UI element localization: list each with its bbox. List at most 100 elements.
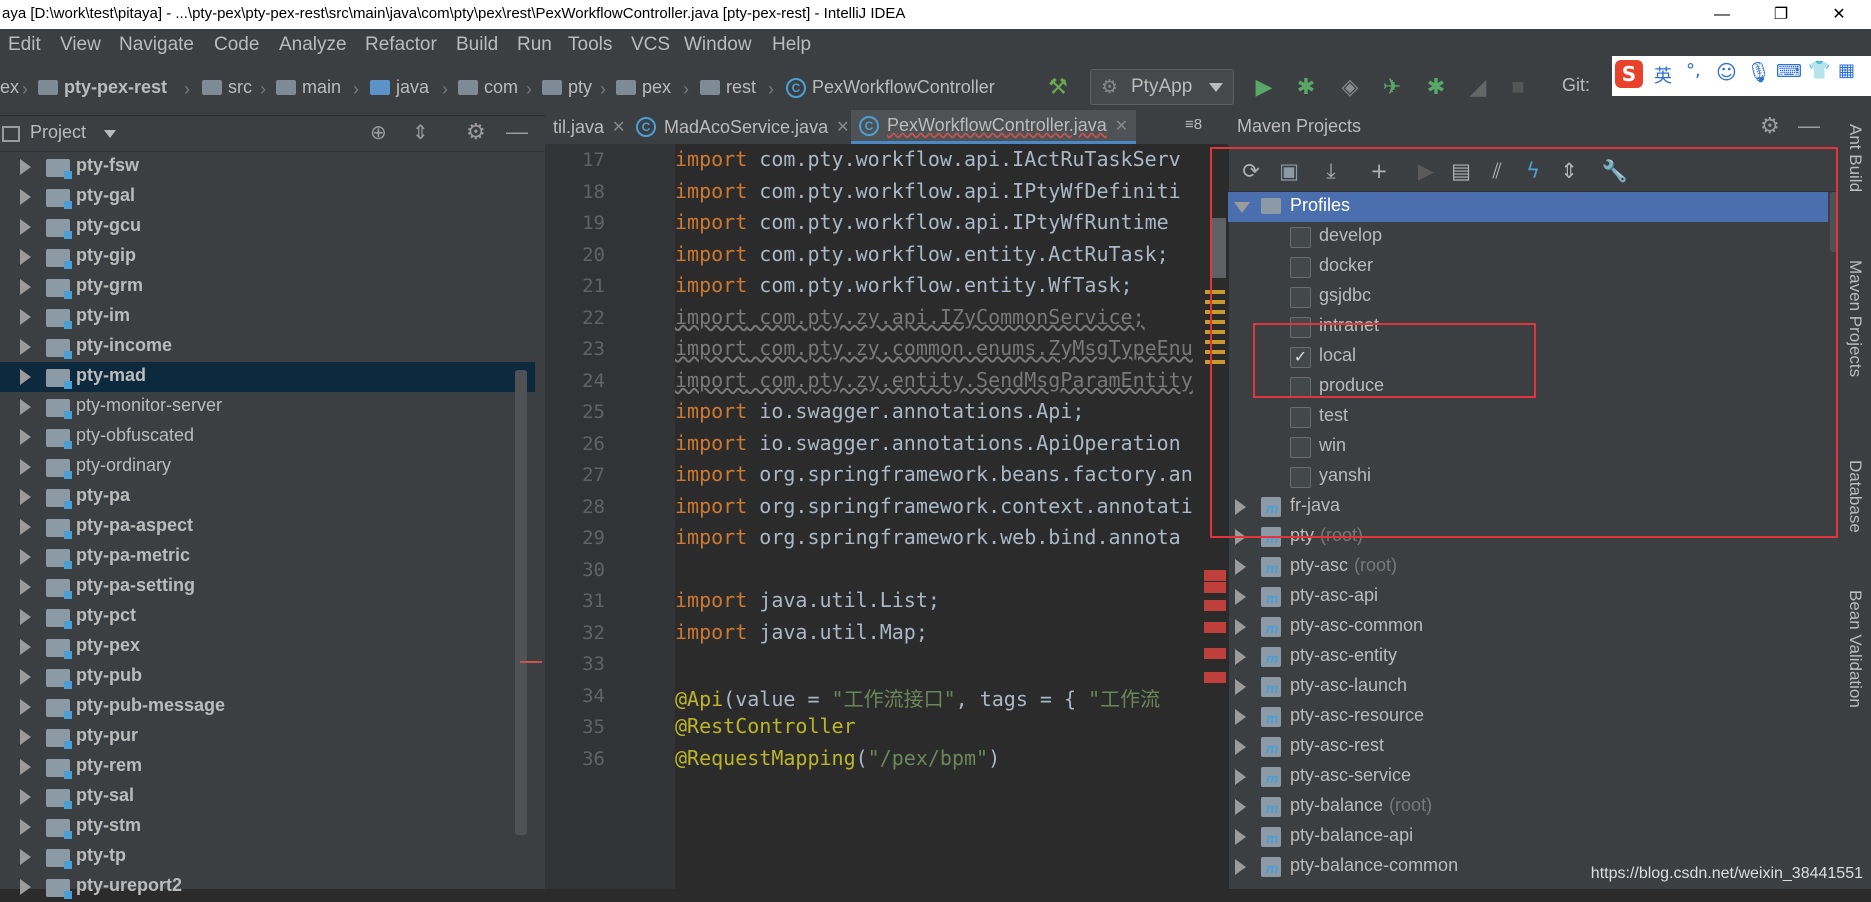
- locate-crosshair-icon[interactable]: ⊕: [370, 120, 387, 145]
- chevron-right-icon[interactable]: [20, 339, 31, 355]
- project-tree-item[interactable]: pty-income: [0, 332, 535, 362]
- menu-help[interactable]: Help: [772, 34, 811, 56]
- project-tree-item[interactable]: pty-pub-message: [0, 692, 535, 722]
- chevron-right-icon[interactable]: [20, 279, 31, 295]
- project-tree-item[interactable]: pty-grm: [0, 272, 535, 302]
- run-configuration-select[interactable]: ⚙ PtyApp: [1090, 69, 1234, 105]
- project-tree-item[interactable]: pty-tp: [0, 842, 535, 872]
- breadcrumb-item[interactable]: main: [276, 77, 341, 98]
- project-tree-item[interactable]: pty-pa: [0, 482, 535, 512]
- project-tree-item[interactable]: pty-stm: [0, 812, 535, 842]
- chevron-right-icon[interactable]: [1235, 709, 1246, 725]
- close-icon[interactable]: ✕: [612, 117, 625, 137]
- code-line[interactable]: import org.springframework.context.annot…: [675, 494, 1193, 518]
- gear-icon[interactable]: ⚙: [1760, 113, 1780, 139]
- chevron-right-icon[interactable]: [20, 159, 31, 175]
- database-tab[interactable]: Database: [1845, 460, 1865, 533]
- project-tree-item[interactable]: pty-fsw: [0, 152, 535, 182]
- maven-project-item[interactable]: pty-asc-common: [1228, 612, 1828, 642]
- maven-project-item[interactable]: pty-asc(root): [1228, 552, 1828, 582]
- breadcrumb-item[interactable]: pex: [616, 77, 671, 98]
- chevron-right-icon[interactable]: [1235, 799, 1246, 815]
- project-tree-item[interactable]: pty-ureport2: [0, 872, 535, 902]
- close-icon[interactable]: ✕: [836, 117, 849, 137]
- project-tree-item[interactable]: pty-pex: [0, 632, 535, 662]
- chevron-right-icon[interactable]: [20, 819, 31, 835]
- chevron-right-icon[interactable]: [1235, 739, 1246, 755]
- chevron-right-icon[interactable]: [1235, 769, 1246, 785]
- chevron-right-icon[interactable]: [20, 309, 31, 325]
- chevron-right-icon[interactable]: [1235, 829, 1246, 845]
- minimize-button[interactable]: —: [1694, 0, 1750, 29]
- maven-project-item[interactable]: pty-asc-rest: [1228, 732, 1828, 762]
- collapse-all-icon[interactable]: ⇕: [412, 120, 429, 145]
- tab-overflow-button[interactable]: ≡8: [1185, 116, 1202, 133]
- breadcrumb-item[interactable]: C PexWorkflowController: [786, 77, 995, 98]
- chevron-right-icon[interactable]: [1235, 619, 1246, 635]
- jrebel-debug-icon[interactable]: ✱: [1422, 73, 1450, 101]
- project-tree-item[interactable]: pty-pur: [0, 722, 535, 752]
- hide-panel-icon[interactable]: —: [506, 119, 528, 145]
- menu-edit[interactable]: Edit: [8, 34, 41, 56]
- code-line[interactable]: import com.pty.zy.entity.SendMsgParamEnt…: [675, 368, 1193, 392]
- project-tree-item[interactable]: pty-monitor-server: [0, 392, 535, 422]
- chevron-right-icon[interactable]: [20, 459, 31, 475]
- maven-project-item[interactable]: pty-balance-api: [1228, 822, 1828, 852]
- breadcrumb-item[interactable]: pty-pex-rest: [38, 77, 167, 98]
- maven-project-item[interactable]: pty-asc-service: [1228, 762, 1828, 792]
- chevron-right-icon[interactable]: [20, 789, 31, 805]
- project-tree-item[interactable]: pty-pct: [0, 602, 535, 632]
- tab-pexworkflowcontroller[interactable]: C PexWorkflowController.java ✕: [851, 110, 1137, 144]
- project-tree-item[interactable]: pty-sal: [0, 782, 535, 812]
- project-tree-item[interactable]: pty-gal: [0, 182, 535, 212]
- chevron-right-icon[interactable]: [20, 219, 31, 235]
- chevron-right-icon[interactable]: [20, 879, 31, 895]
- code-line[interactable]: import java.util.List;: [675, 588, 940, 612]
- code-line[interactable]: import com.pty.zy.api.IZyCommonService;: [675, 305, 1145, 329]
- ime-tools-grid-icon[interactable]: ▦: [1838, 60, 1855, 81]
- attach-icon[interactable]: ◢: [1464, 73, 1492, 101]
- debug-bug-icon[interactable]: ✱: [1292, 73, 1320, 101]
- run-icon[interactable]: ▶: [1250, 73, 1278, 101]
- chevron-right-icon[interactable]: [20, 849, 31, 865]
- project-tree-item[interactable]: pty-pub: [0, 662, 535, 692]
- maven-project-item[interactable]: pty-asc-launch: [1228, 672, 1828, 702]
- breadcrumb-item[interactable]: rest: [700, 77, 756, 98]
- code-line[interactable]: import java.util.Map;: [675, 620, 928, 644]
- chevron-right-icon[interactable]: [20, 549, 31, 565]
- chevron-right-icon[interactable]: [20, 369, 31, 385]
- menu-navigate[interactable]: Navigate: [119, 34, 194, 56]
- close-icon[interactable]: ✕: [1115, 116, 1128, 136]
- ime-punct-icon[interactable]: °,: [1686, 60, 1701, 81]
- chevron-right-icon[interactable]: [1235, 859, 1246, 875]
- project-tree-item[interactable]: pty-mad: [0, 362, 535, 392]
- menu-window[interactable]: Window: [684, 34, 752, 56]
- code-line[interactable]: @RestController: [675, 714, 856, 738]
- ime-emoji-icon[interactable]: ☺: [1716, 60, 1737, 84]
- chevron-right-icon[interactable]: [20, 669, 31, 685]
- code-line[interactable]: import com.pty.workflow.api.IActRuTaskSe…: [675, 147, 1181, 171]
- project-panel-title[interactable]: Project: [30, 122, 86, 143]
- breadcrumb-item[interactable]: java: [370, 77, 429, 98]
- ant-build-tab[interactable]: Ant Build: [1845, 124, 1865, 192]
- restore-button[interactable]: ❐: [1753, 0, 1809, 29]
- chevron-right-icon[interactable]: [1235, 559, 1246, 575]
- menu-run[interactable]: Run: [517, 34, 552, 56]
- chevron-right-icon[interactable]: [20, 249, 31, 265]
- maven-project-item[interactable]: pty-asc-api: [1228, 582, 1828, 612]
- chevron-right-icon[interactable]: [20, 609, 31, 625]
- breadcrumb-item[interactable]: src: [202, 77, 252, 98]
- breadcrumb-item[interactable]: ex: [0, 77, 19, 98]
- bean-validation-tab[interactable]: Bean Validation: [1845, 590, 1865, 708]
- code-line[interactable]: import io.swagger.annotations.Api;: [675, 399, 1084, 423]
- menu-tools[interactable]: Tools: [568, 34, 612, 56]
- chevron-right-icon[interactable]: [20, 429, 31, 445]
- menu-analyze[interactable]: Analyze: [279, 34, 347, 56]
- code-line[interactable]: import org.springframework.beans.factory…: [675, 462, 1193, 486]
- project-tree-item[interactable]: pty-gip: [0, 242, 535, 272]
- close-button[interactable]: ✕: [1811, 0, 1867, 29]
- maven-projects-tab[interactable]: Maven Projects: [1845, 260, 1865, 377]
- ime-keyboard-icon[interactable]: ⌨: [1776, 61, 1802, 82]
- code-line[interactable]: import com.pty.workflow.entity.ActRuTask…: [675, 242, 1169, 266]
- chevron-right-icon[interactable]: [20, 519, 31, 535]
